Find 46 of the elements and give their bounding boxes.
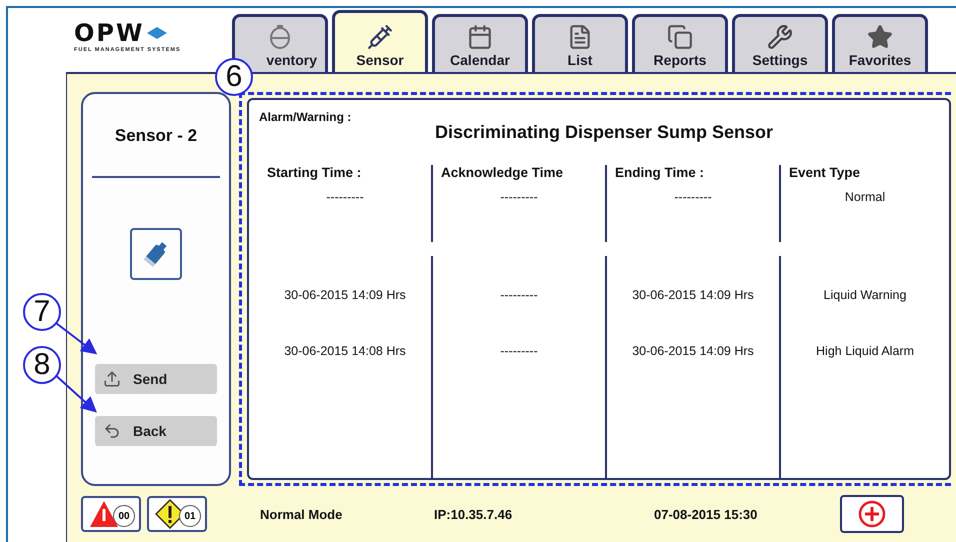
nav-tab[interactable]: List bbox=[532, 14, 628, 72]
table-cell-text: 30-06-2015 14:08 Hrs bbox=[283, 344, 407, 358]
column-header: Acknowledge Time bbox=[441, 165, 564, 180]
column-header: Event Type bbox=[789, 165, 862, 180]
table-cell-text: 30-06-2015 14:09 Hrs bbox=[283, 288, 407, 302]
table-cell-text: Liquid Warning bbox=[822, 288, 908, 302]
table-cell-text: --------- bbox=[499, 288, 539, 302]
documents-icon bbox=[667, 24, 693, 50]
column-header: Starting Time : bbox=[267, 165, 362, 180]
nav-tab[interactable]: Favorites bbox=[832, 14, 928, 72]
table-cell-text: --------- bbox=[499, 190, 539, 204]
probe-icon bbox=[367, 24, 393, 50]
calendar-icon bbox=[467, 24, 493, 50]
table-cell-text: --------- bbox=[673, 190, 713, 204]
upload-icon bbox=[103, 370, 121, 388]
alarm-counter[interactable]: 00 bbox=[81, 496, 141, 532]
mode-status: Normal Mode bbox=[260, 506, 344, 522]
nav-tab[interactable]: Sensor bbox=[332, 10, 428, 72]
callout-number: 7 bbox=[23, 293, 61, 331]
table-cell-text: 30-06-2015 14:09 Hrs bbox=[631, 288, 755, 302]
tools-icon bbox=[767, 24, 793, 50]
ip-address: IP:10.35.7.46 bbox=[434, 506, 514, 522]
column-header: Ending Time : bbox=[615, 165, 706, 180]
alarm-label: Alarm/Warning : bbox=[259, 110, 352, 124]
table-cell-text: --------- bbox=[499, 344, 539, 358]
table-cell-text: --------- bbox=[325, 190, 365, 204]
table-cell-text: 30-06-2015 14:09 Hrs bbox=[631, 344, 755, 358]
tank-icon bbox=[269, 24, 291, 50]
nav-tab[interactable]: Calendar bbox=[432, 14, 528, 72]
callout-number: 8 bbox=[23, 346, 61, 384]
nav-tab[interactable]: Reports bbox=[632, 14, 728, 72]
sensor-name: Discriminating Dispenser Sump Sensor bbox=[434, 122, 774, 143]
plus-circle-icon bbox=[858, 500, 886, 528]
table-cell-text: Normal bbox=[844, 190, 886, 204]
warning-counter[interactable]: 01 bbox=[147, 496, 207, 532]
star-icon bbox=[867, 24, 893, 50]
back-button[interactable]: Back bbox=[95, 416, 217, 446]
send-button[interactable]: Send bbox=[95, 364, 217, 394]
nav-tab[interactable]: Settings bbox=[732, 14, 828, 72]
back-icon bbox=[103, 422, 121, 440]
date-time: 07-08-2015 15:30 bbox=[654, 506, 758, 522]
alarm-triangle-icon bbox=[89, 500, 119, 528]
table-cell-text: High Liquid Alarm bbox=[815, 344, 915, 358]
sensor-icon bbox=[130, 228, 182, 280]
sensor-title: Sensor - 2 bbox=[114, 126, 198, 146]
add-button[interactable] bbox=[840, 495, 904, 533]
